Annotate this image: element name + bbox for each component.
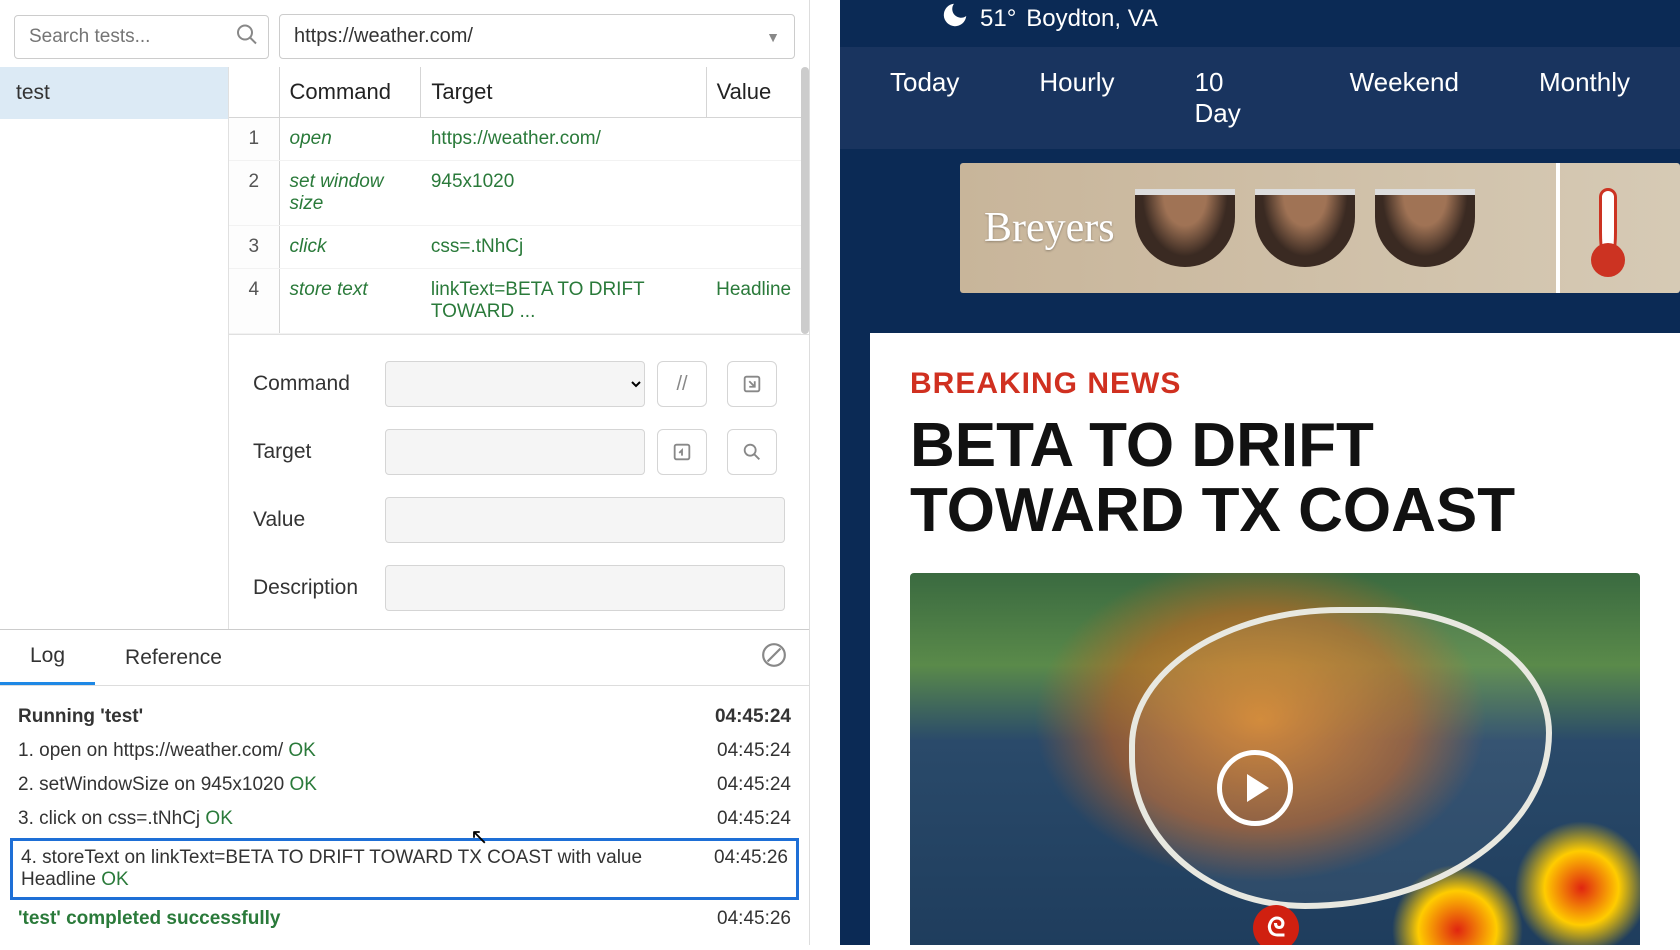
col-command: Command [279,67,421,118]
news-video[interactable]: ᘓ [910,573,1640,945]
label-command: Command [253,372,373,396]
value-input[interactable] [385,497,785,543]
toggle-comment-button[interactable]: // [657,361,707,407]
nav-item-10-day[interactable]: 10 Day [1195,67,1270,129]
label-value: Value [253,508,373,532]
ide-middle: test Command Target Value 1openhttps://w… [0,67,809,629]
log-body: Running 'test' 04:45:24 1. open on https… [0,686,809,950]
target-input[interactable] [385,429,645,475]
label-target: Target [253,440,373,464]
scrollbar[interactable] [801,67,809,334]
clear-log-icon[interactable] [761,642,787,673]
log-complete-ts: 04:45:26 [707,908,791,930]
label-description: Description [253,576,373,600]
log-line[interactable]: 3. click on css=.tNhCj OK04:45:24 [18,802,791,836]
tropical-storm-icon: ᘓ [1253,905,1299,945]
test-list: test [0,67,229,629]
command-row[interactable]: 1openhttps://weather.com/ [229,118,801,161]
weather-content: Breyers BREAKING NEWS BETA TO DRIFT TOWA… [840,149,1680,945]
ad-product-icon [1135,189,1235,267]
search-tests-input[interactable] [14,15,269,59]
command-area: Command Target Value 1openhttps://weathe… [229,67,809,629]
find-target-button[interactable] [727,429,777,475]
ad-product-icon [1255,189,1355,267]
row-command: click [279,226,421,269]
row-value: Headline [706,269,801,334]
ad-thermometer [1556,163,1656,293]
row-number: 2 [229,161,279,226]
current-temp: 51° [980,5,1016,33]
log-running: Running 'test' [18,706,705,728]
open-reference-button[interactable] [727,361,777,407]
chevron-down-icon: ▼ [766,29,780,45]
row-value [706,161,801,226]
base-url-select[interactable]: https://weather.com/ ▼ [279,14,795,59]
command-row[interactable]: 3clickcss=.tNhCj [229,226,801,269]
ad-banner[interactable]: Breyers [960,163,1680,293]
current-location[interactable]: Boydton, VA [1026,5,1158,33]
log-line[interactable]: 4. storeText on linkText=BETA TO DRIFT T… [10,838,799,900]
col-target: Target [421,67,706,118]
row-command: set window size [279,161,421,226]
row-value [706,118,801,161]
row-target: css=.tNhCj [421,226,706,269]
tab-log[interactable]: Log [0,630,95,685]
log-panel: Log Reference Running 'test' 04:45:24 1.… [0,629,809,950]
log-complete: 'test' completed successfully [18,908,707,930]
moon-icon [940,0,970,37]
log-line[interactable]: 2. setWindowSize on 945x1020 OK04:45:24 [18,768,791,802]
row-target: https://weather.com/ [421,118,706,161]
col-value: Value [706,67,801,118]
search-tests-wrap [14,15,269,59]
ide-top-row: https://weather.com/ ▼ [0,0,809,67]
thermometer-icon [1599,188,1617,268]
news-card: BREAKING NEWS BETA TO DRIFT TOWARD TX CO… [870,333,1680,945]
row-number: 3 [229,226,279,269]
row-number: 1 [229,118,279,161]
row-target: linkText=BETA TO DRIFT TOWARD ... [421,269,706,334]
row-number: 4 [229,269,279,334]
command-table: Command Target Value 1openhttps://weathe… [229,67,801,334]
row-value [706,226,801,269]
log-running-ts: 04:45:24 [705,706,791,728]
browser-preview: 51° Boydton, VA Today Hourly 10 Day Weekend… [810,0,1680,945]
search-icon [235,22,259,51]
location-bar: 51° Boydton, VA [840,0,1680,47]
nav-item-weekend[interactable]: Weekend [1350,67,1459,129]
news-headline[interactable]: BETA TO DRIFT TOWARD TX COAST [910,413,1640,543]
tab-reference[interactable]: Reference [95,632,252,684]
ide-panel: https://weather.com/ ▼ test Command Targ… [0,0,810,945]
log-tabs: Log Reference [0,630,809,686]
play-icon[interactable] [1217,750,1293,826]
test-list-item[interactable]: test [0,67,228,119]
command-row[interactable]: 2set window size945x1020 [229,161,801,226]
log-line[interactable]: 1. open on https://weather.com/ OK04:45:… [18,734,791,768]
row-command: store text [279,269,421,334]
row-command: open [279,118,421,161]
nav-item-monthly[interactable]: Monthly [1539,67,1630,129]
nav-item-today[interactable]: Today [890,67,959,129]
command-detail-form: Command // Target [229,334,809,629]
description-input[interactable] [385,565,785,611]
ad-product-icon [1375,189,1475,267]
select-target-button[interactable] [657,429,707,475]
base-url-value: https://weather.com/ [294,25,473,47]
row-target: 945x1020 [421,161,706,226]
ad-brand: Breyers [984,204,1115,252]
nav-item-hourly[interactable]: Hourly [1039,67,1114,129]
breaking-news-label: BREAKING NEWS [910,367,1640,401]
command-select[interactable] [385,361,645,407]
command-row[interactable]: 4store textlinkText=BETA TO DRIFT TOWARD… [229,269,801,334]
weather-nav: Today Hourly 10 Day Weekend Monthly [840,47,1680,149]
forecast-cone-icon [1129,607,1552,909]
